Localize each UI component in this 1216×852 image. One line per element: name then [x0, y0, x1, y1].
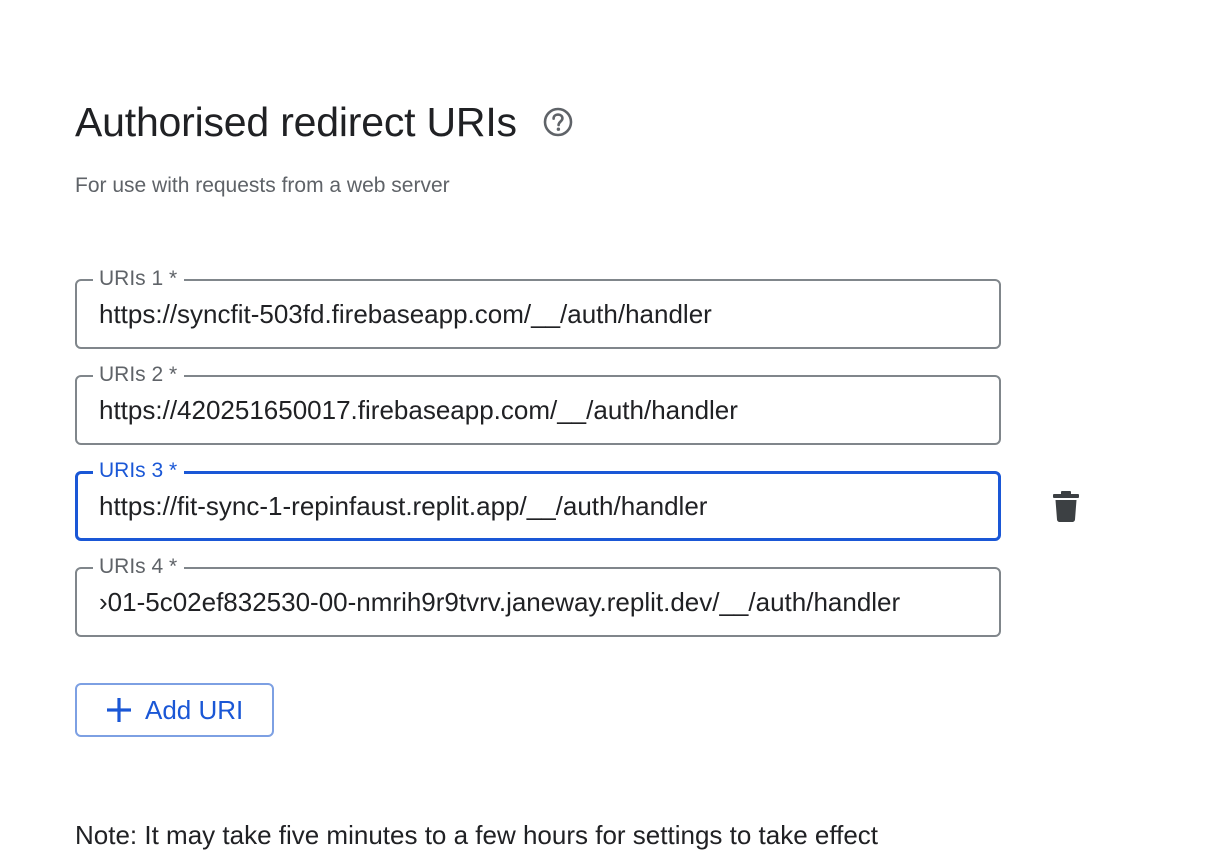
settings-note: Note: It may take five minutes to a few … — [75, 820, 879, 850]
trash-icon[interactable] — [1052, 490, 1080, 522]
uri-input[interactable] — [99, 377, 977, 443]
uri-input[interactable] — [99, 569, 977, 635]
add-uri-label: Add URI — [145, 694, 244, 725]
uri-field-1[interactable]: URIs 1 * — [75, 267, 1001, 349]
title-row: Authorised redirect URIs — [75, 96, 574, 148]
add-uri-button[interactable]: Add URI — [75, 683, 274, 737]
help-circle-icon[interactable] — [542, 106, 574, 138]
uri-field-4[interactable]: URIs 4 * — [75, 555, 1001, 637]
section-subtitle: For use with requests from a web server — [75, 174, 450, 197]
redirect-uris-section: Authorised redirect URIs For use with re… — [0, 0, 1216, 852]
plus-icon — [107, 698, 131, 722]
uri-field-3[interactable]: URIs 3 * — [75, 459, 1001, 541]
uri-field-2[interactable]: URIs 2 * — [75, 363, 1001, 445]
uri-input[interactable] — [99, 281, 977, 347]
uri-input[interactable] — [99, 474, 975, 538]
section-title: Authorised redirect URIs — [75, 99, 517, 145]
